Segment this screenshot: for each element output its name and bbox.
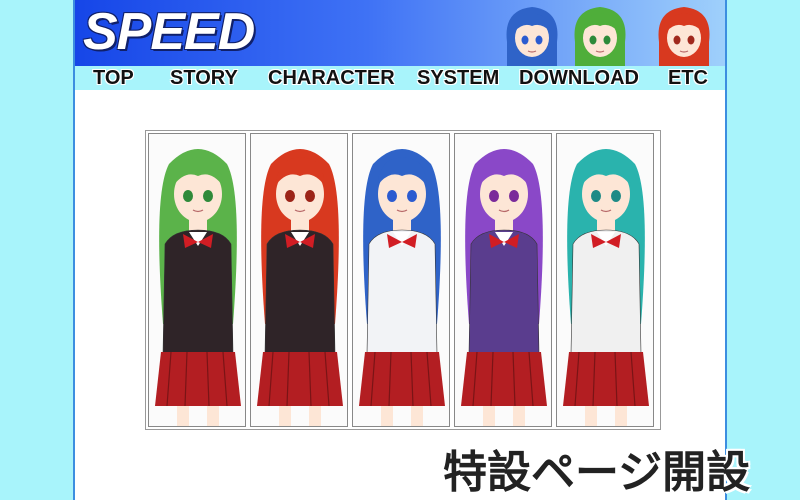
nav-top[interactable]: TOP xyxy=(93,67,134,90)
page-container: SPEED TOP STORY CHARACTER SYSTEM DOWNLOA… xyxy=(73,0,750,500)
nav-character[interactable]: CHARACTER xyxy=(268,67,395,90)
green-hair-character-portrait xyxy=(569,2,631,66)
purple-hair-girl-illustration xyxy=(461,149,547,426)
blue-hair-girl-panel[interactable] xyxy=(352,133,450,427)
green-hair-girl-panel[interactable] xyxy=(148,133,246,427)
red-hair-girl-illustration xyxy=(257,149,343,426)
nav-story[interactable]: STORY xyxy=(170,67,238,90)
purple-hair-girl-panel[interactable] xyxy=(454,133,552,427)
red-hair-girl-panel[interactable] xyxy=(250,133,348,427)
site-logo[interactable]: SPEED xyxy=(83,2,255,62)
special-page-announcement[interactable]: 特設ページ開設 xyxy=(443,436,750,500)
nav-etc[interactable]: ETC xyxy=(668,67,708,90)
green-hair-girl-illustration xyxy=(155,149,241,426)
header-banner: SPEED xyxy=(75,0,725,66)
blue-hair-girl-illustration xyxy=(359,149,445,426)
nav-download[interactable]: DOWNLOAD xyxy=(519,67,639,90)
character-gallery xyxy=(145,130,661,430)
blue-hair-character-portrait xyxy=(501,2,563,66)
nav-system[interactable]: SYSTEM xyxy=(417,67,499,90)
teal-hair-girl-illustration xyxy=(563,149,649,426)
nav-bar: TOP STORY CHARACTER SYSTEM DOWNLOAD ETC xyxy=(75,66,725,90)
red-hair-character-portrait xyxy=(653,2,715,66)
teal-hair-girl-panel[interactable] xyxy=(556,133,654,427)
